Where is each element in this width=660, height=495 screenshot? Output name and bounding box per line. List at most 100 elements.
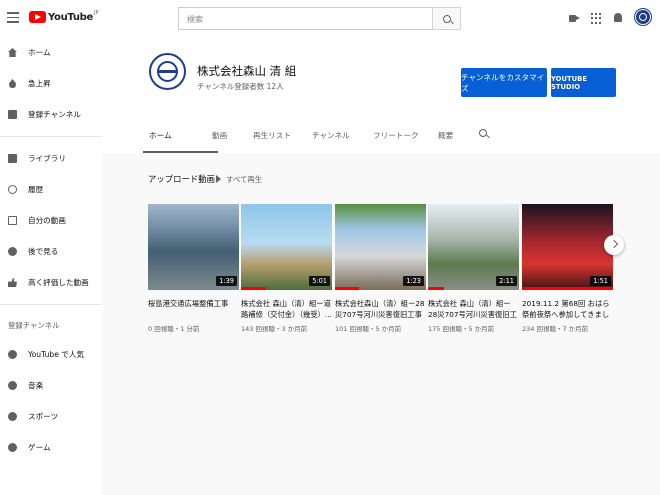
- sidebar-item-trending[interactable]: 急上昇: [0, 68, 102, 99]
- tab-discussion[interactable]: フリートーク: [373, 118, 438, 153]
- play-all-button[interactable]: すべて再生: [216, 174, 262, 185]
- video-duration: 5:01: [309, 276, 330, 286]
- video-thumbnail[interactable]: 1:51: [522, 204, 613, 290]
- youtube-logo[interactable]: YouTube JP: [29, 10, 99, 23]
- sidebar-item-label: 高く評価した動画: [28, 278, 89, 287]
- video-card[interactable]: 1:39 桜島港交通広場整備工事 0 回視聴・1 分前: [148, 204, 239, 333]
- account-avatar[interactable]: [635, 9, 651, 25]
- channel-page: 株式会社森山 清 組 チャンネル登録者数 12人 チャンネルをカスタマイズ YO…: [102, 37, 660, 495]
- logo-text: YouTube: [48, 11, 93, 23]
- gaming-icon: [8, 443, 17, 452]
- divider: [0, 136, 102, 137]
- video-duration: 2:11: [496, 276, 517, 286]
- watch-later-icon: [8, 247, 17, 256]
- top-bar: YouTube JP 検索: [0, 0, 660, 37]
- video-thumbnail[interactable]: 1:23: [335, 204, 426, 290]
- video-thumbnail[interactable]: 2:11: [428, 204, 519, 290]
- video-card[interactable]: 1:51 2019.11.2 第68回 おはら祭前夜祭へ参加してきました 234…: [522, 204, 613, 333]
- sidebar-item-music[interactable]: 音楽: [0, 370, 102, 401]
- sidebar-item-label: ゲーム: [28, 443, 51, 452]
- video-title[interactable]: 桜島港交通広場整備工事: [148, 298, 239, 320]
- sidebar-item-subscriptions[interactable]: 登録チャンネル: [0, 99, 102, 130]
- shelf-title[interactable]: アップロード動画: [148, 173, 215, 185]
- video-title[interactable]: 株式会社 森山（清）組ー道路補修（交付金）（幾受）...: [241, 298, 332, 320]
- sidebar-item-liked-videos[interactable]: 高く評価した動画: [0, 267, 102, 298]
- video-duration: 1:51: [590, 276, 611, 286]
- shelf-next-arrow[interactable]: [604, 235, 624, 255]
- video-card[interactable]: 1:23 株式会社森山（清）組ー28災707号河川災害復旧工事（... 101 …: [335, 204, 426, 333]
- fire-icon: [8, 79, 17, 88]
- sidebar-item-home[interactable]: ホーム: [0, 37, 102, 68]
- youtube-studio-button[interactable]: YOUTUBE STUDIO: [551, 68, 616, 97]
- video-meta: 101 回視聴・5 か月前: [335, 325, 402, 333]
- tab-channels[interactable]: チャンネル: [312, 118, 373, 153]
- search-icon: [442, 14, 451, 23]
- sidebar-item-sports[interactable]: スポーツ: [0, 401, 102, 432]
- sidebar-item-label: ホーム: [28, 48, 51, 57]
- home-icon: [8, 48, 17, 57]
- popular-icon: [8, 350, 17, 359]
- video-card[interactable]: 2:11 株式会社 森山（清）組ー28災707号河川災害復旧工事... 175 …: [428, 204, 519, 333]
- logo-region: JP: [94, 10, 99, 16]
- sports-icon: [8, 412, 17, 421]
- subscriber-count: チャンネル登録者数 12人: [197, 82, 284, 91]
- channel-header: 株式会社森山 清 組 チャンネル登録者数 12人 チャンネルをカスタマイズ YO…: [102, 37, 660, 153]
- library-icon: [8, 154, 17, 163]
- tab-about[interactable]: 概要: [438, 118, 468, 153]
- divider: [0, 304, 102, 305]
- channel-search-icon[interactable]: [479, 129, 487, 137]
- sidebar-item-label: スポーツ: [28, 412, 59, 421]
- history-icon: [8, 185, 17, 194]
- subscriptions-heading: 登録チャンネル: [8, 320, 60, 330]
- video-meta: 175 回視聴・5 か月前: [428, 325, 495, 333]
- watch-progress: [241, 287, 267, 290]
- sidebar-item-label: 急上昇: [28, 79, 51, 88]
- apps-icon[interactable]: [591, 13, 602, 24]
- sidebar-item-label: 自分の動画: [28, 216, 66, 225]
- video-thumbnail[interactable]: 1:39: [148, 204, 239, 290]
- sidebar-item-label: ライブラリ: [28, 154, 66, 163]
- your-videos-icon: [8, 216, 17, 225]
- search-input[interactable]: 検索: [178, 7, 433, 30]
- create-video-icon[interactable]: [569, 13, 580, 24]
- watch-progress: [522, 287, 613, 290]
- sidebar-item-label: YouTube で人気: [28, 350, 85, 359]
- channel-avatar[interactable]: [149, 53, 186, 90]
- thumbs-up-icon: [8, 278, 17, 287]
- video-meta: 234 回視聴・7 か月前: [522, 325, 589, 333]
- channel-name: 株式会社森山 清 組: [197, 64, 297, 78]
- sidebar: ホーム 急上昇 登録チャンネル ライブラリ 履歴 自分の動画 後で見る 高く評価…: [0, 37, 102, 495]
- video-duration: 1:39: [216, 276, 237, 286]
- video-meta: 143 回視聴・3 か月前: [241, 325, 308, 333]
- notifications-icon[interactable]: [613, 13, 624, 24]
- sidebar-item-watch-later[interactable]: 後で見る: [0, 236, 102, 267]
- customize-channel-button[interactable]: チャンネルをカスタマイズ: [461, 68, 547, 97]
- tab-videos[interactable]: 動画: [212, 118, 253, 153]
- video-meta: 0 回視聴・1 分前: [148, 325, 200, 333]
- watch-progress: [428, 287, 445, 290]
- channel-tabs: ホーム 動画 再生リスト チャンネル フリートーク 概要: [143, 118, 487, 153]
- tab-home[interactable]: ホーム: [143, 118, 218, 153]
- video-title[interactable]: 株式会社森山（清）組ー28災707号河川災害復旧工事（...: [335, 298, 426, 320]
- subscriptions-icon: [8, 110, 17, 119]
- sidebar-item-label: 登録チャンネル: [28, 110, 81, 119]
- music-icon: [8, 381, 17, 390]
- video-title[interactable]: 株式会社 森山（清）組ー28災707号河川災害復旧工事...: [428, 298, 519, 320]
- search-button[interactable]: [432, 7, 461, 30]
- menu-icon[interactable]: [7, 12, 19, 24]
- watch-progress: [335, 287, 359, 290]
- sidebar-item-history[interactable]: 履歴: [0, 174, 102, 205]
- video-title[interactable]: 2019.11.2 第68回 おはら祭前夜祭へ参加してきました: [522, 298, 613, 320]
- sidebar-item-label: 履歴: [28, 185, 44, 194]
- tab-playlists[interactable]: 再生リスト: [253, 118, 312, 153]
- sidebar-item-library[interactable]: ライブラリ: [0, 143, 102, 174]
- sidebar-item-gaming[interactable]: ゲーム: [0, 432, 102, 463]
- youtube-play-icon: [29, 11, 46, 23]
- video-thumbnail[interactable]: 5:01: [241, 204, 332, 290]
- sidebar-item-your-videos[interactable]: 自分の動画: [0, 205, 102, 236]
- sidebar-item-label: 音楽: [28, 381, 44, 390]
- video-card[interactable]: 5:01 株式会社 森山（清）組ー道路補修（交付金）（幾受）... 143 回視…: [241, 204, 332, 333]
- sidebar-item-label: 後で見る: [28, 247, 59, 256]
- sidebar-item-popular[interactable]: YouTube で人気: [0, 339, 102, 370]
- video-duration: 1:23: [403, 276, 424, 286]
